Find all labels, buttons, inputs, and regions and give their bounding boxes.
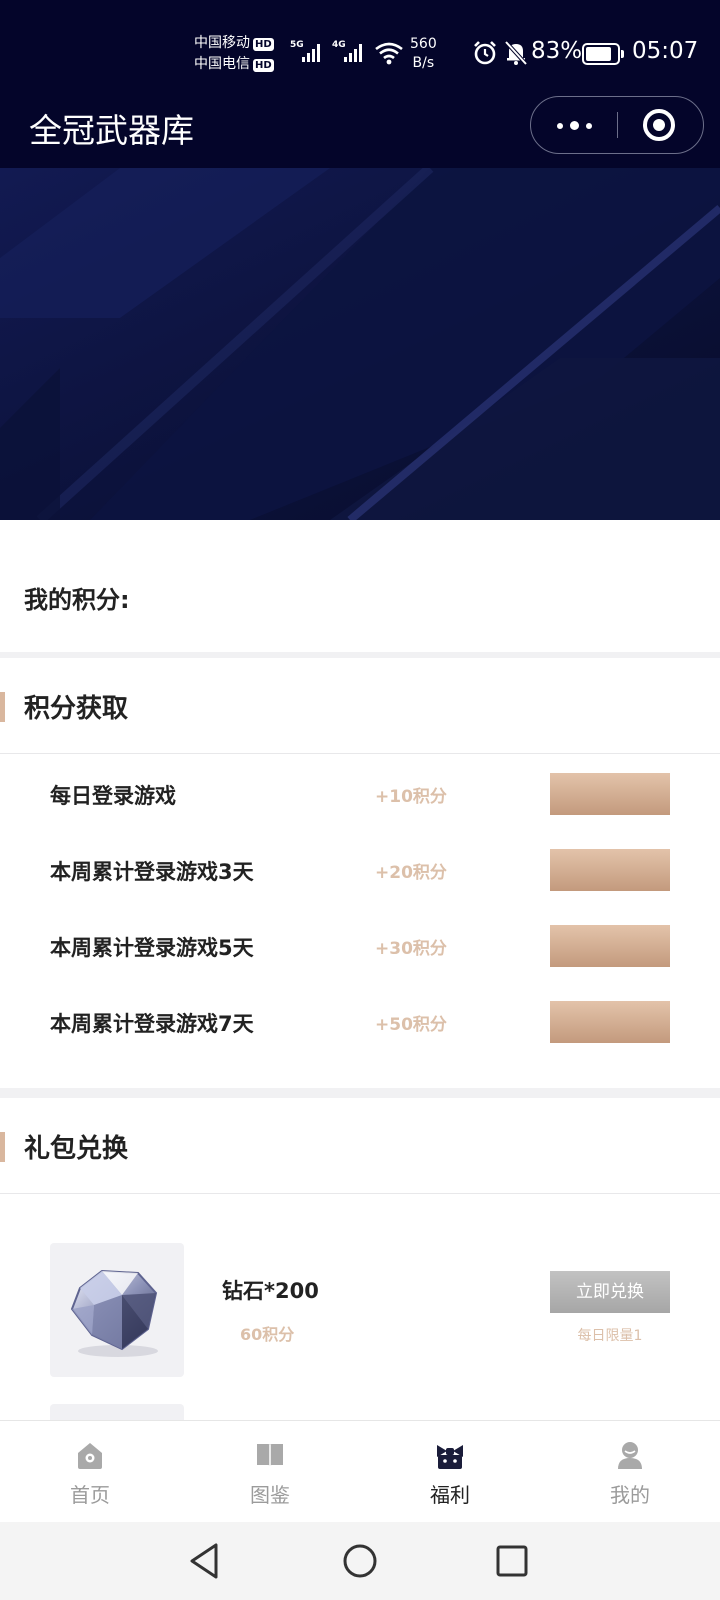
diamond-icon: [70, 1269, 158, 1357]
gift-icon: [437, 1445, 463, 1469]
task-row: 每日登录游戏 +10积分: [0, 770, 720, 820]
book-icon: [257, 1444, 283, 1467]
task-name: 本周累计登录游戏7天: [50, 1012, 254, 1036]
gift-item: 钻石*200 60积分 立即兑换 每日限量1: [0, 1243, 720, 1379]
section-accent-bar: [0, 692, 5, 722]
tab-home[interactable]: 首页: [0, 1421, 180, 1521]
gift-thumbnail: [50, 1243, 184, 1377]
tab-codex-label: 图鉴: [250, 1483, 290, 1507]
carrier-2: 中国电信: [194, 56, 250, 72]
gift-limit: 每日限量1: [577, 1328, 643, 1344]
section-divider: [0, 1088, 720, 1098]
carrier-info: 中国移动 HD 中国电信 HD: [194, 33, 274, 75]
target-icon: [653, 119, 665, 131]
signal-5g-label: 5G: [290, 40, 304, 50]
task-row: 本周累计登录游戏7天 +50积分: [0, 998, 720, 1048]
home-circle-icon[interactable]: [338, 1539, 382, 1583]
carrier-1: 中国移动: [194, 35, 250, 51]
tab-welfare[interactable]: 福利: [360, 1421, 540, 1521]
gift-exchange-title: 礼包兑换: [24, 1134, 129, 1164]
tab-home-label: 首页: [70, 1483, 110, 1507]
redeem-button[interactable]: 立即兑换: [550, 1271, 670, 1313]
recents-square-icon[interactable]: [490, 1539, 534, 1583]
top-header: 中国移动 HD 中国电信 HD 5G 4G 560 B/s 83% 05:07 …: [0, 0, 720, 168]
tab-welfare-label: 福利: [430, 1483, 470, 1507]
task-name: 每日登录游戏: [50, 784, 176, 808]
alarm-icon: [474, 41, 496, 65]
tab-codex[interactable]: 图鉴: [180, 1421, 360, 1521]
home-icon: [78, 1443, 102, 1469]
signal-4g-label: 4G: [332, 40, 346, 50]
task-claim-button[interactable]: [550, 849, 670, 891]
header-banner: [0, 168, 720, 520]
status-bar: 中国移动 HD 中国电信 HD 5G 4G 560 B/s 83% 05:07: [0, 0, 720, 100]
battery-icon: [582, 43, 624, 65]
capsule-divider: [617, 112, 618, 138]
app-title: 全冠武器库: [29, 111, 194, 150]
task-row: 本周累计登录游戏5天 +30积分: [0, 922, 720, 972]
task-claim-button[interactable]: [550, 1001, 670, 1043]
gift-exchange-header: 礼包兑换: [0, 1098, 720, 1194]
task-reward: +50积分: [375, 1015, 447, 1035]
hd-badge: HD: [253, 38, 274, 51]
section-accent-bar: [0, 1132, 5, 1162]
user-icon: [618, 1442, 642, 1469]
task-name: 本周累计登录游戏3天: [50, 860, 254, 884]
task-reward: +10积分: [375, 787, 447, 807]
back-icon[interactable]: [184, 1539, 228, 1583]
banner-background: [0, 168, 720, 520]
tab-mine[interactable]: 我的: [540, 1421, 720, 1521]
wifi-icon: [375, 42, 403, 65]
clock: 05:07: [632, 38, 699, 64]
task-reward: +20积分: [375, 863, 447, 883]
network-speed: 560 B/s: [410, 35, 437, 73]
task-claim-button[interactable]: [550, 773, 670, 815]
my-points-label: 我的积分:: [24, 586, 130, 614]
gift-name: 钻石*200: [222, 1279, 319, 1303]
task-row: 本周累计登录游戏3天 +20积分: [0, 846, 720, 896]
close-miniprogram-button[interactable]: [643, 109, 675, 141]
signal-5g-icon: 5G: [290, 40, 324, 64]
network-speed-unit: B/s: [412, 55, 435, 71]
earn-points-header: 积分获取: [0, 658, 720, 754]
mute-bell-icon: [504, 40, 528, 66]
miniprogram-capsule: [530, 96, 704, 154]
tab-mine-label: 我的: [610, 1483, 650, 1507]
gift-cost: 60积分: [240, 1325, 295, 1344]
network-speed-value: 560: [410, 36, 437, 52]
system-navigation-bar: [0, 1522, 720, 1600]
task-reward: +30积分: [375, 939, 447, 959]
hd-badge: HD: [253, 59, 274, 72]
more-menu-button[interactable]: [531, 97, 617, 153]
earn-points-title: 积分获取: [24, 694, 129, 724]
task-name: 本周累计登录游戏5天: [50, 936, 254, 960]
battery-percent: 83%: [531, 38, 583, 64]
bottom-tab-bar: 首页 图鉴 福利 我的: [0, 1420, 720, 1522]
task-claim-button[interactable]: [550, 925, 670, 967]
signal-4g-icon: 4G: [332, 40, 366, 64]
